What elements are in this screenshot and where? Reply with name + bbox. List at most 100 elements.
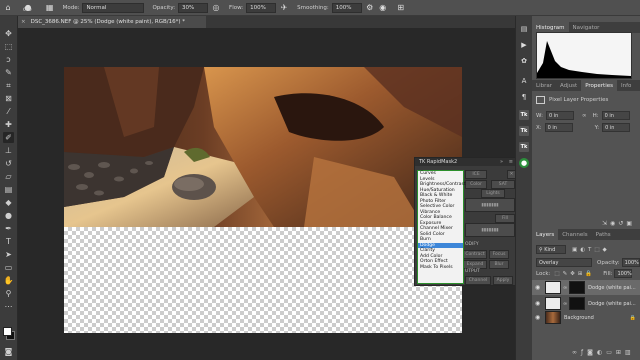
- layer-name[interactable]: Background: [564, 315, 594, 321]
- clone-stamp-tool-icon[interactable]: ⊥: [3, 145, 14, 156]
- visibility-eye-icon[interactable]: ◉: [535, 300, 543, 307]
- history-icon[interactable]: ▤: [519, 24, 529, 34]
- color-swatches[interactable]: [3, 327, 15, 345]
- pen-tool-icon[interactable]: ✒: [3, 223, 14, 234]
- rm-slider-grid[interactable]: ▮▮▮▮▮▮▮: [465, 198, 515, 212]
- mode-select[interactable]: Normal: [82, 2, 145, 13]
- tab-properties[interactable]: Properties: [581, 80, 617, 91]
- healing-brush-tool-icon[interactable]: ✚: [3, 119, 14, 130]
- brush-settings-icon[interactable]: ✿: [519, 56, 529, 66]
- lasso-tool-icon[interactable]: ↄ: [3, 54, 14, 65]
- move-tool-icon[interactable]: ✥: [3, 28, 14, 39]
- h-field[interactable]: 0 in: [601, 111, 630, 120]
- tk-rapidmask-icon[interactable]: ●: [519, 158, 529, 168]
- tab-paths[interactable]: Paths: [592, 229, 615, 240]
- home-icon[interactable]: ⌂: [3, 3, 13, 13]
- play-actions-icon[interactable]: ▶: [519, 40, 529, 50]
- visibility-eye-icon[interactable]: ◉: [535, 284, 543, 291]
- rm-lights-button[interactable]: Lights: [481, 189, 505, 198]
- rm-contract-button[interactable]: Contract: [463, 250, 487, 259]
- type-tool-icon[interactable]: T: [3, 236, 14, 247]
- close-document-icon[interactable]: ×: [21, 19, 26, 25]
- rm-sat-button[interactable]: SAT: [491, 180, 515, 189]
- frame-tool-icon[interactable]: ⊠: [3, 93, 14, 104]
- crop-tool-icon[interactable]: ⌗: [3, 80, 14, 91]
- rm-apply-button[interactable]: Apply: [493, 276, 513, 285]
- shape-tool-icon[interactable]: ▭: [3, 262, 14, 273]
- rm-ice-button[interactable]: ICE: [465, 170, 487, 179]
- layer-opacity-field[interactable]: 100%: [621, 258, 640, 267]
- more-tools-icon[interactable]: ⋯: [3, 301, 14, 312]
- paragraph-icon[interactable]: ¶: [519, 92, 529, 102]
- layer-row[interactable]: ◉ Background 🔒: [532, 310, 640, 325]
- rm-color-button[interactable]: Color: [465, 180, 487, 189]
- foreground-color-swatch[interactable]: [3, 327, 12, 336]
- brush-tool-icon[interactable]: ✐: [3, 132, 14, 143]
- trash-icon[interactable]: ▥: [625, 349, 635, 356]
- tab-channels[interactable]: Channels: [558, 229, 591, 240]
- eraser-tool-icon[interactable]: ▱: [3, 171, 14, 182]
- rm-blur-button[interactable]: Blur: [489, 260, 509, 269]
- tk-panel-1-icon[interactable]: Tk: [519, 110, 529, 120]
- tk-panel-2-icon[interactable]: Tk: [519, 126, 529, 136]
- tab-layers[interactable]: Layers: [532, 229, 559, 240]
- zoom-tool-icon[interactable]: ⚲: [3, 288, 14, 299]
- new-adjustment-icon[interactable]: ◐: [597, 349, 606, 356]
- y-field[interactable]: 0 in: [602, 123, 631, 132]
- layer-name[interactable]: Dodge (white pai...: [588, 301, 636, 307]
- history-brush-tool-icon[interactable]: ↺: [3, 158, 14, 169]
- eyedropper-tool-icon[interactable]: ⁄: [3, 106, 14, 117]
- pressure-size-icon[interactable]: ◉: [378, 3, 388, 13]
- delete-adjustment-icon[interactable]: ▣: [626, 220, 635, 227]
- dodge-tool-icon[interactable]: ●: [3, 210, 14, 221]
- visibility-eye-icon[interactable]: ◉: [535, 314, 543, 321]
- document-tab[interactable]: × DSC_3686.NEF @ 25% (Dodge (white paint…: [18, 16, 206, 28]
- smoothing-settings-icon[interactable]: ⚙: [365, 3, 375, 13]
- menu-item-mask-to-pixels[interactable]: Mask To Pixels: [418, 265, 463, 271]
- layer-mask-thumbnail[interactable]: [569, 297, 586, 310]
- rm-focus-button[interactable]: Focus: [489, 250, 509, 259]
- symmetry-icon[interactable]: ⊞: [396, 3, 406, 13]
- hand-tool-icon[interactable]: ✋: [3, 275, 14, 286]
- layer-name[interactable]: Dodge (white pai...: [588, 285, 636, 291]
- blend-mode-select[interactable]: Overlay: [536, 258, 592, 267]
- tab-info[interactable]: Info: [617, 80, 635, 91]
- marquee-tool-icon[interactable]: ⬚: [3, 41, 14, 52]
- quick-select-tool-icon[interactable]: ✎: [3, 67, 14, 78]
- opacity-field[interactable]: 30%: [178, 2, 209, 13]
- tab-adjustments[interactable]: Adjust: [556, 80, 581, 91]
- x-field[interactable]: 0 in: [544, 123, 573, 132]
- tab-libraries[interactable]: Librar: [532, 80, 556, 91]
- character-icon[interactable]: A: [519, 76, 529, 86]
- pressure-opacity-icon[interactable]: ◎: [211, 3, 221, 13]
- gradient-tool-icon[interactable]: ▤: [3, 184, 14, 195]
- tk-panel-3-icon[interactable]: Tk: [519, 142, 529, 152]
- clip-icon[interactable]: ⇲: [602, 220, 610, 227]
- kind-filter-select[interactable]: ⚲ Kind: [536, 245, 566, 254]
- add-mask-icon[interactable]: ◙: [587, 349, 597, 356]
- layer-mask-thumbnail[interactable]: [569, 281, 586, 294]
- new-layer-icon[interactable]: ⊞: [616, 349, 625, 356]
- layer-row[interactable]: ◉ ∞ Dodge (white pai...: [532, 280, 640, 295]
- brush-panel-icon[interactable]: ▦: [45, 3, 55, 13]
- link-layers-icon[interactable]: ∞: [572, 349, 581, 356]
- link-icon[interactable]: ∞: [582, 113, 587, 119]
- airbrush-icon[interactable]: ✈: [279, 3, 289, 13]
- filter-icons[interactable]: ▣◐T⬚◆: [572, 247, 610, 253]
- panel-collapse-icon[interactable]: »: [500, 159, 503, 165]
- rm-channel-button[interactable]: Channel: [465, 276, 491, 285]
- fill-field[interactable]: 100%: [614, 269, 633, 278]
- path-selection-tool-icon[interactable]: ➤: [3, 249, 14, 260]
- layer-row[interactable]: ◉ ∞ Dodge (white pai...: [532, 296, 640, 311]
- smoothing-field[interactable]: 100%: [331, 2, 362, 13]
- panel-menu-icon[interactable]: ≡: [509, 159, 513, 165]
- blur-tool-icon[interactable]: ◆: [3, 197, 14, 208]
- rm-fill-button[interactable]: Fill: [495, 214, 515, 223]
- flow-field[interactable]: 100%: [246, 2, 277, 13]
- lock-icons[interactable]: ⬚✎✥⊞🔒: [554, 271, 595, 277]
- rm-grid-2[interactable]: ▮▮▮▮▮▮▮: [465, 223, 515, 237]
- w-field[interactable]: 0 in: [545, 111, 574, 120]
- menu-item-brightness-contrast[interactable]: Brightness/Contrast: [418, 182, 466, 188]
- rm-expand-button[interactable]: Expand: [463, 260, 487, 269]
- new-group-icon[interactable]: ▭: [606, 349, 616, 356]
